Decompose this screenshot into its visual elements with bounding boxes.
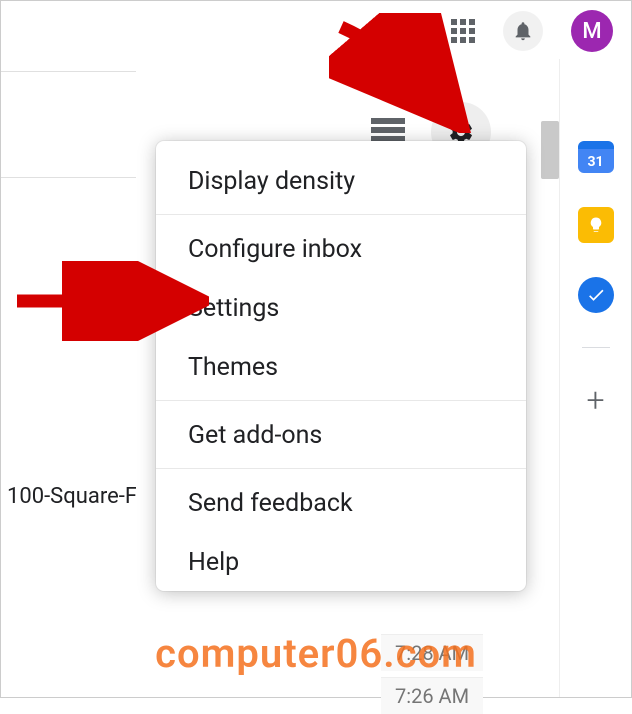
menu-item-themes[interactable]: Themes	[156, 337, 526, 396]
settings-dropdown-menu: Display density Configure inbox Settings…	[156, 141, 526, 591]
google-apps-icon[interactable]	[451, 19, 475, 43]
menu-separator	[156, 400, 526, 401]
menu-item-send-feedback[interactable]: Send feedback	[156, 473, 526, 532]
check-icon	[586, 285, 606, 305]
menu-item-get-addons[interactable]: Get add-ons	[156, 405, 526, 464]
app-header: M	[1, 1, 631, 59]
watermark-text: computer06.com	[155, 630, 477, 677]
bell-icon	[512, 20, 534, 42]
menu-icon[interactable]	[371, 118, 405, 142]
menu-item-display-density[interactable]: Display density	[156, 151, 526, 210]
get-addons-plus-button[interactable]: +	[578, 382, 614, 418]
email-subject-partial[interactable]: 100-Square-F	[1, 478, 136, 515]
list-divider	[1, 177, 136, 178]
sidepanel-divider	[582, 347, 610, 348]
tasks-addon-button[interactable]	[578, 277, 614, 313]
lightbulb-icon	[587, 216, 605, 234]
notifications-button[interactable]	[503, 11, 543, 51]
menu-item-configure-inbox[interactable]: Configure inbox	[156, 219, 526, 278]
header-actions: M	[451, 10, 613, 52]
menu-separator	[156, 214, 526, 215]
menu-item-help[interactable]: Help	[156, 532, 526, 591]
list-divider	[1, 71, 136, 72]
avatar-letter: M	[582, 19, 601, 44]
menu-separator	[156, 468, 526, 469]
email-time: 7:26 AM	[381, 677, 483, 714]
keep-addon-button[interactable]	[578, 207, 614, 243]
account-avatar[interactable]: M	[571, 10, 613, 52]
menu-item-settings[interactable]: Settings	[156, 278, 526, 337]
